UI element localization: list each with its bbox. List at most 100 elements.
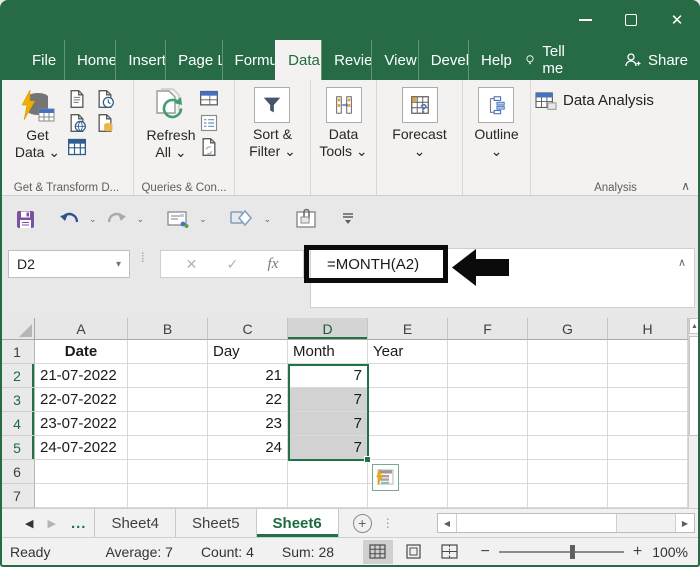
share-button[interactable]: Share (612, 40, 700, 80)
cell-a4[interactable]: 23-07-2022 (35, 412, 128, 436)
cell-a5[interactable]: 24-07-2022 (35, 436, 128, 460)
vertical-scrollbar[interactable]: ▲ (688, 318, 700, 508)
cell-g2[interactable] (528, 364, 608, 388)
row-header-3[interactable]: 3 (0, 388, 35, 412)
row-header-7[interactable]: 7 (0, 484, 35, 508)
cell-b4[interactable] (128, 412, 208, 436)
new-sheet-button[interactable]: + (352, 509, 372, 537)
cell-c3[interactable]: 22 (208, 388, 288, 412)
cell-f1[interactable] (448, 340, 528, 364)
undo-button[interactable] (55, 204, 83, 234)
cell-c5[interactable]: 24 (208, 436, 288, 460)
shapes-button[interactable] (226, 204, 258, 234)
column-header-b[interactable]: B (128, 318, 208, 340)
collapse-formula-bar-icon[interactable]: ∧ (678, 256, 686, 269)
cell-a7[interactable] (35, 484, 128, 508)
cell-d6[interactable] (288, 460, 368, 484)
cell-d2[interactable]: 7 (288, 364, 368, 388)
column-header-d[interactable]: D (288, 318, 368, 340)
column-header-e[interactable]: E (368, 318, 448, 340)
page-break-view-button[interactable] (435, 540, 465, 564)
horizontal-scrollbar[interactable]: ◀ ▶ (437, 513, 695, 533)
tab-insert[interactable]: Insert (115, 40, 165, 80)
cell-a2[interactable]: 21-07-2022 (35, 364, 128, 388)
cell-h4[interactable] (608, 412, 688, 436)
cell-e4[interactable] (368, 412, 448, 436)
cell-g6[interactable] (528, 460, 608, 484)
sheet-tab-sheet6[interactable]: Sheet6 (255, 509, 339, 537)
cell-g1[interactable] (528, 340, 608, 364)
cell-b5[interactable] (128, 436, 208, 460)
zoom-level[interactable]: 100% (652, 544, 688, 560)
cell-h5[interactable] (608, 436, 688, 460)
scroll-up-icon[interactable]: ▲ (689, 318, 700, 334)
quick-analysis-button[interactable] (372, 464, 399, 491)
normal-view-button[interactable] (362, 539, 393, 564)
zoom-slider-handle[interactable] (570, 544, 576, 559)
customize-qat-button[interactable] (338, 204, 358, 234)
tab-formulas[interactable]: Formu (221, 40, 275, 80)
tab-file[interactable]: File (16, 40, 64, 80)
formula-bar[interactable]: =MONTH(A2) ∧ (310, 248, 695, 308)
page-layout-view-button[interactable] (399, 540, 429, 564)
tell-me-button[interactable]: Tell me (513, 40, 584, 80)
cell-f2[interactable] (448, 364, 528, 388)
zoom-out-button[interactable]: − (481, 543, 490, 561)
attach-button[interactable] (290, 204, 322, 234)
tab-view[interactable]: View (371, 40, 417, 80)
column-header-f[interactable]: F (448, 318, 528, 340)
scroll-left-icon[interactable]: ◀ (438, 514, 457, 532)
column-header-c[interactable]: C (208, 318, 288, 340)
redo-dropdown-caret[interactable]: ⌄ (134, 214, 148, 225)
from-text-file-icon[interactable] (66, 88, 88, 110)
cell-d5[interactable]: 7 (288, 436, 368, 460)
edit-links-icon[interactable] (198, 136, 220, 158)
existing-connections-icon[interactable] (94, 112, 116, 134)
row-header-4[interactable]: 4 (0, 412, 35, 436)
data-analysis-button[interactable]: Data Analysis (535, 84, 654, 179)
cell-b2[interactable] (128, 364, 208, 388)
name-box[interactable]: D2 ▾ (8, 250, 130, 278)
column-header-g[interactable]: G (528, 318, 608, 340)
more-sheets-button[interactable]: ... (63, 509, 95, 537)
cell-b3[interactable] (128, 388, 208, 412)
column-header-a[interactable]: A (35, 318, 128, 340)
cell-d7[interactable] (288, 484, 368, 508)
zoom-slider[interactable] (498, 544, 624, 559)
close-button[interactable]: ✕ (654, 0, 700, 40)
minimize-button[interactable] (562, 0, 608, 40)
row-header-1[interactable]: 1 (0, 340, 35, 364)
data-tools-button[interactable]: Data Tools ⌄ (319, 84, 368, 179)
tab-data[interactable]: Data (275, 40, 322, 80)
cell-b1[interactable] (128, 340, 208, 364)
email-button[interactable] (163, 204, 193, 234)
cell-f3[interactable] (448, 388, 528, 412)
sheet-tab-sheet5[interactable]: Sheet5 (175, 509, 256, 537)
from-web-icon[interactable] (66, 112, 88, 134)
cell-c4[interactable]: 23 (208, 412, 288, 436)
zoom-in-button[interactable]: + (633, 543, 642, 561)
cell-b6[interactable] (128, 460, 208, 484)
outline-button[interactable]: Outline ⌄ (474, 84, 519, 179)
cell-f5[interactable] (448, 436, 528, 460)
cell-g4[interactable] (528, 412, 608, 436)
cell-e1[interactable]: Year (368, 340, 448, 364)
cancel-icon[interactable]: ✕ (186, 256, 198, 273)
cell-a3[interactable]: 22-07-2022 (35, 388, 128, 412)
get-data-button[interactable]: Get Data ⌄ (15, 84, 60, 179)
horizontal-scrollbar-track[interactable] (617, 514, 675, 532)
cell-d3[interactable]: 7 (288, 388, 368, 412)
cell-g7[interactable] (528, 484, 608, 508)
shapes-dropdown-caret[interactable]: ⌄ (261, 214, 275, 225)
cell-h3[interactable] (608, 388, 688, 412)
row-header-2[interactable]: 2 (0, 364, 35, 388)
from-table-icon[interactable] (66, 136, 88, 158)
cell-f4[interactable] (448, 412, 528, 436)
cell-c6[interactable] (208, 460, 288, 484)
properties-icon[interactable] (198, 112, 220, 134)
tab-developer[interactable]: Devel (417, 40, 468, 80)
cell-a6[interactable] (35, 460, 128, 484)
cell-f7[interactable] (448, 484, 528, 508)
maximize-button[interactable] (608, 0, 654, 40)
tab-review[interactable]: Revie (321, 40, 371, 80)
